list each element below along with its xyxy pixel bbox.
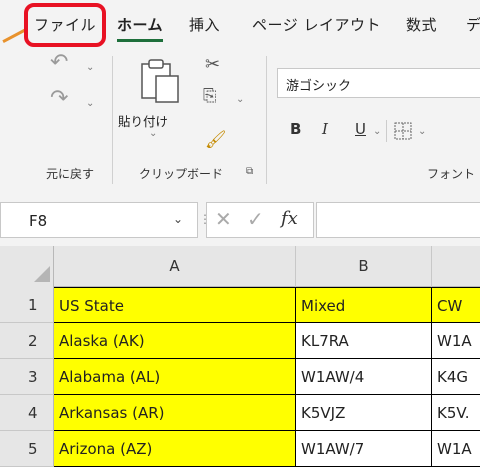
cell-c[interactable]: W1A [432,431,480,467]
tab-formulas[interactable]: 数式 [406,14,437,35]
cell-a[interactable]: Alabama (AL) [54,359,296,395]
cut-icon[interactable]: ✂ [205,54,220,75]
select-all-triangle-icon [34,266,50,282]
underline-button[interactable]: U [355,120,366,138]
name-box-chevron-icon[interactable]: ⌄ [173,212,183,226]
name-box[interactable]: F8 ⌄ [0,202,198,238]
cell-c[interactable]: W1A [432,323,480,359]
row-header[interactable]: 2 [0,323,54,359]
format-painter-icon[interactable]: 🖌 [205,130,227,150]
spreadsheet-grid: A B 1 US State Mixed CW 2 Alaska (AK) KL7RA W1A… [0,246,480,468]
name-box-value: F8 [29,212,48,230]
cell-c[interactable]: CW [432,287,480,323]
formula-bar-row: F8 ⌄ ⋮ ✕ ✓ fx [0,192,480,244]
tab-insert[interactable]: 挿入 [189,14,220,35]
paste-button-label[interactable]: 貼り付け [118,111,168,130]
row-header[interactable]: 3 [0,359,54,395]
cell-b[interactable]: K5VJZ [296,395,432,431]
clipboard-group-label: クリップボード [139,167,224,181]
tab-home[interactable]: ホーム [117,14,163,35]
file-tab-highlight [24,3,106,47]
row-header[interactable]: 5 [0,431,54,467]
insert-function-button[interactable]: fx [281,208,298,229]
group-separator [266,56,267,184]
toolbar-divider [386,120,387,142]
redo-icon[interactable]: ↷ [50,86,68,111]
tab-overflow[interactable]: デ [466,14,480,35]
clipboard-dialog-launcher-icon[interactable]: ⧉ [246,166,253,177]
cell-a[interactable]: Arkansas (AR) [54,395,296,431]
borders-dropdown-chevron-icon[interactable]: ⌄ [418,126,426,137]
tab-page-layout[interactable]: ページ レイアウト [252,14,381,35]
cell-a[interactable]: Arizona (AZ) [54,431,296,467]
cell-a[interactable]: US State [54,287,296,323]
ribbon: ↶ ⌄ ↷ ⌄ 元に戻す 貼り付け ⌄ ✂ ⎘ ⌄ 🖌 クリップボード ⧉ 游ゴ… [0,48,480,192]
tab-home-underline [117,39,163,42]
paste-dropdown-chevron-icon[interactable]: ⌄ [149,128,157,139]
ribbon-tab-bar: ファイル ホーム 挿入 ページ レイアウト 数式 デ [0,0,480,48]
column-header-c[interactable] [432,246,480,287]
column-header-b[interactable]: B [296,246,432,287]
borders-icon[interactable] [393,121,413,141]
row-header[interactable]: 4 [0,395,54,431]
enter-check-icon[interactable]: ✓ [247,207,264,231]
font-group-label: フォント [427,167,476,181]
cell-b[interactable]: Mixed [296,287,432,323]
cell-b[interactable]: W1AW/7 [296,431,432,467]
cell-b[interactable]: KL7RA [296,323,432,359]
cell-c[interactable]: K4G [432,359,480,395]
undo-icon[interactable]: ↶ [50,50,68,75]
redo-dropdown-chevron-icon[interactable]: ⌄ [86,98,94,109]
paste-icon[interactable] [140,58,184,106]
copy-dropdown-chevron-icon[interactable]: ⌄ [236,94,244,105]
group-separator [112,56,113,184]
column-header-a[interactable]: A [54,246,296,287]
cell-c[interactable]: K5V. [432,395,480,431]
cancel-icon[interactable]: ✕ [215,207,232,231]
bold-button[interactable]: B [290,120,301,138]
formula-buttons: ✕ ✓ fx [206,202,314,238]
undo-dropdown-chevron-icon[interactable]: ⌄ [86,62,94,73]
select-all-corner[interactable] [0,246,54,287]
font-name-input[interactable]: 游ゴシック [277,68,480,98]
copy-icon[interactable]: ⎘ [203,86,217,106]
row-header[interactable]: 1 [0,287,54,323]
undo-group-label: 元に戻す [46,167,95,181]
underline-dropdown-chevron-icon[interactable]: ⌄ [373,126,381,137]
column-header-row: A B [0,246,480,287]
formula-input[interactable] [316,202,480,238]
cell-a[interactable]: Alaska (AK) [54,323,296,359]
cell-b[interactable]: W1AW/4 [296,359,432,395]
italic-button[interactable]: I [322,120,328,138]
